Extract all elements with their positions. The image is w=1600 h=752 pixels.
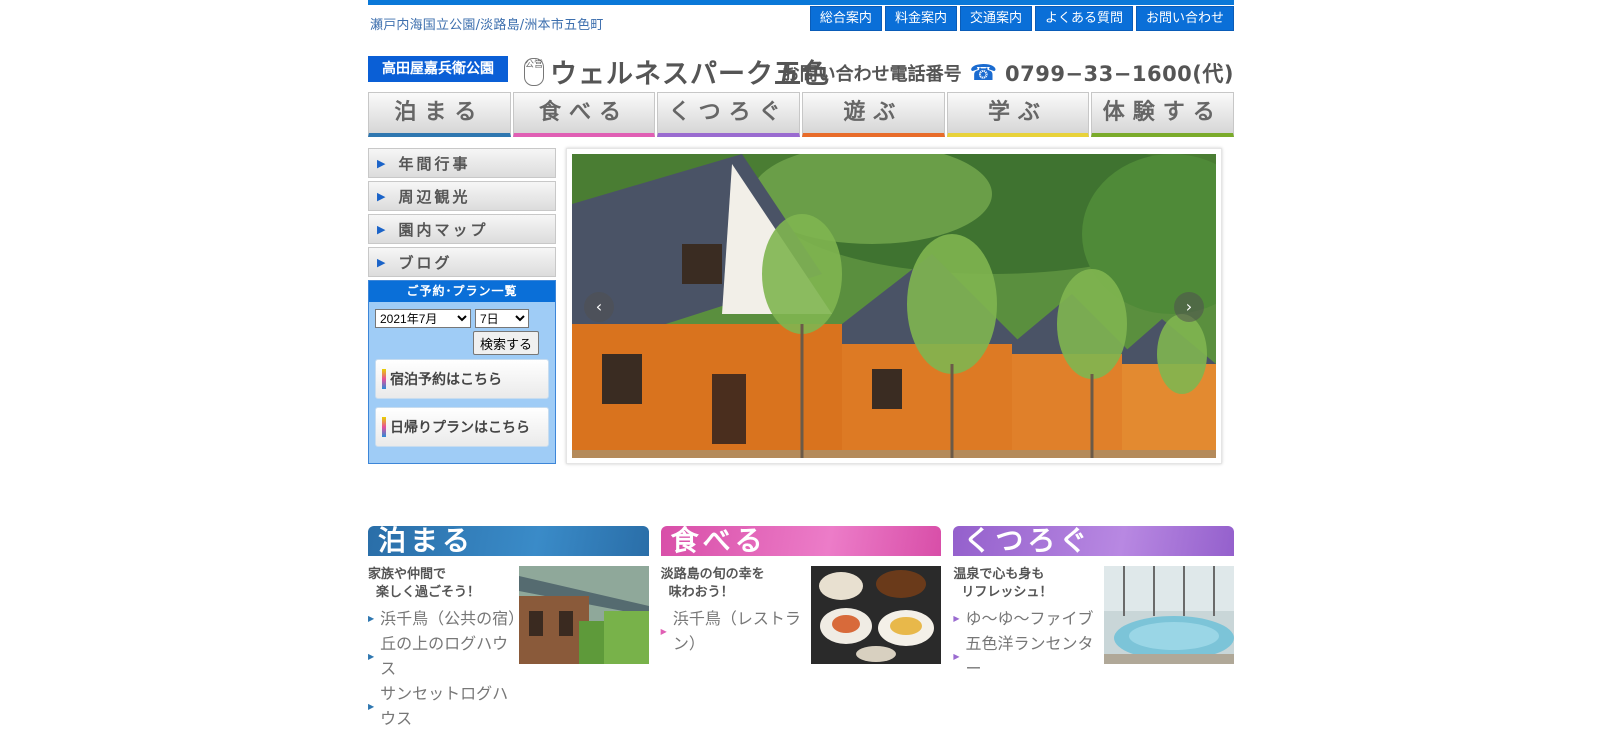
category-relax-photo <box>1104 566 1235 664</box>
sidebar-item-blog[interactable]: ▶ ブログ <box>368 247 556 277</box>
category-eat-tagline: 淡路島の旬の幸を 味わおう！ <box>661 566 811 602</box>
slider-prev-button[interactable]: ‹ <box>584 292 614 322</box>
category-stay-photo <box>518 566 649 664</box>
park-badge[interactable]: 高田屋嘉兵衛公園 <box>368 56 508 82</box>
main-navigation: 泊まる 食べる くつろぐ 遊ぶ 学ぶ 体験する <box>368 92 1235 137</box>
triangle-right-icon: ▶ <box>953 614 960 623</box>
booking-title: ご予約･プラン一覧 <box>369 281 555 302</box>
slider-next-button[interactable]: › <box>1174 292 1204 322</box>
logo-mark: 公営 <box>524 57 544 86</box>
topnav-overview[interactable]: 総合案内 <box>809 6 882 31</box>
category-stay: 泊まる 家族や仲間で 楽しく過ごそう！ ▶ 浜千鳥（公共の宿） ▶ 丘の上のログハウ… <box>368 526 649 752</box>
sidebar-item-park-map[interactable]: ▶ 園内マップ <box>368 214 556 244</box>
hero-slider: ‹ › <box>566 148 1222 464</box>
triangle-right-icon: ▶ <box>377 189 389 203</box>
category-section: 泊まる 家族や仲間で 楽しく過ごそう！ ▶ 浜千鳥（公共の宿） ▶ 丘の上のログハウ… <box>368 526 1235 752</box>
color-bar-icon <box>382 417 386 437</box>
category-relax-banner[interactable]: くつろぐ <box>953 526 1235 556</box>
link-label: 五色洋ランセンター <box>965 634 1094 678</box>
page: 瀬戸内海国立公園/淡路島/洲本市五色町 総合案内 料金案内 交通案内 よくある質… <box>368 0 1235 752</box>
stay-booking-button[interactable]: 宿泊予約はこちら <box>375 359 549 399</box>
link-yuyu-five[interactable]: ▶ ゆ〜ゆ〜ファイブ <box>953 606 1103 631</box>
tagline-line: 淡路島の旬の幸を <box>660 567 765 582</box>
triangle-right-icon: ▶ <box>368 701 375 711</box>
day-select[interactable]: 7日 <box>475 309 529 328</box>
tagline-line: 家族や仲間で <box>368 567 447 582</box>
category-relax-links: ▶ ゆ〜ゆ〜ファイブ ▶ 五色洋ランセンター <box>953 606 1103 681</box>
tagline-line: リフレッシュ！ <box>961 585 1053 600</box>
top-navigation: 総合案内 料金案内 交通案内 よくある質問 お問い合わせ <box>809 6 1234 31</box>
category-stay-banner[interactable]: 泊まる <box>368 526 649 556</box>
topnav-access[interactable]: 交通案内 <box>959 6 1032 31</box>
link-label: 浜千鳥（レストラン） <box>672 609 801 653</box>
topnav-faq[interactable]: よくある質問 <box>1034 6 1133 31</box>
hero-photo-log-houses: ‹ › <box>572 154 1216 458</box>
nav-experience[interactable]: 体験する <box>1091 92 1235 137</box>
category-stay-links: ▶ 浜千鳥（公共の宿） ▶ 丘の上のログハウス ▶ サンセットログハウス <box>368 606 525 731</box>
sidebar-item-label: 周辺観光 <box>398 187 471 206</box>
contact-label: お問い合わせ電話番号 <box>781 64 962 85</box>
triangle-right-icon: ▶ <box>377 222 389 236</box>
category-relax-tagline: 温泉で心も身も リフレッシュ！ <box>953 566 1103 602</box>
day-plan-button[interactable]: 日帰りプランはこちら <box>375 407 549 447</box>
nav-stay[interactable]: 泊まる <box>368 92 511 137</box>
category-relax: くつろぐ 温泉で心も身も リフレッシュ！ ▶ ゆ〜ゆ〜ファイブ ▶ 五色洋ランセンタ… <box>953 526 1235 752</box>
location-text: 瀬戸内海国立公園/淡路島/洲本市五色町 <box>370 18 604 33</box>
category-eat-banner[interactable]: 食べる <box>660 526 942 556</box>
sidebar-item-annual-events[interactable]: ▶ 年間行事 <box>368 148 556 178</box>
tagline-line: 温泉で心も身も <box>953 567 1045 582</box>
nav-play[interactable]: 遊ぶ <box>802 92 945 137</box>
link-label: 浜千鳥（公共の宿） <box>380 609 525 628</box>
nav-relax[interactable]: くつろぐ <box>657 92 801 137</box>
sidebar-item-label: 年間行事 <box>398 154 471 173</box>
sidebar-item-label: ブログ <box>398 253 453 272</box>
contact-info: お問い合わせ電話番号 ☎ 0799−33−1600(代) <box>782 58 1234 88</box>
link-label: 丘の上のログハウス <box>380 634 509 678</box>
tagline-line: 味わおう！ <box>668 585 734 600</box>
nav-eat[interactable]: 食べる <box>512 92 656 137</box>
sidebar: ▶ 年間行事 ▶ 周辺観光 ▶ 園内マップ ▶ ブログ ご予約･プラン一覧 20… <box>368 148 556 464</box>
category-eat: 食べる 淡路島の旬の幸を 味わおう！ ▶ 浜千鳥（レストラン） <box>660 526 942 752</box>
triangle-right-icon: ▶ <box>368 614 375 623</box>
topnav-contact[interactable]: お問い合わせ <box>1135 6 1234 31</box>
nav-learn[interactable]: 学ぶ <box>946 92 1090 137</box>
category-eat-photo <box>811 566 942 664</box>
category-eat-links: ▶ 浜千鳥（レストラン） <box>661 606 811 656</box>
link-goshiki-orchid-center[interactable]: ▶ 五色洋ランセンター <box>953 631 1103 681</box>
link-hamachidori-inn[interactable]: ▶ 浜千鳥（公共の宿） <box>368 606 525 631</box>
topnav-pricing[interactable]: 料金案内 <box>884 6 957 31</box>
category-stay-tagline: 家族や仲間で 楽しく過ごそう！ <box>368 566 518 602</box>
sidebar-item-label: 園内マップ <box>398 220 489 239</box>
triangle-right-icon: ▶ <box>953 651 960 661</box>
link-sunset-log-house[interactable]: ▶ サンセットログハウス <box>368 681 518 731</box>
link-label: ゆ〜ゆ〜ファイブ <box>965 609 1094 628</box>
triangle-right-icon: ▶ <box>377 255 389 269</box>
phone-icon: ☎ <box>969 60 997 86</box>
triangle-right-icon: ▶ <box>660 626 667 636</box>
triangle-right-icon: ▶ <box>368 651 375 661</box>
link-hilltop-log-house[interactable]: ▶ 丘の上のログハウス <box>368 631 518 681</box>
triangle-right-icon: ▶ <box>377 156 389 170</box>
link-hamachidori-restaurant[interactable]: ▶ 浜千鳥（レストラン） <box>661 606 811 656</box>
sidebar-item-nearby-sightseeing[interactable]: ▶ 周辺観光 <box>368 181 556 211</box>
stay-booking-label: 宿泊予約はこちら <box>390 372 502 388</box>
month-select[interactable]: 2021年7月 <box>375 309 471 328</box>
day-plan-label: 日帰りプランはこちら <box>390 420 530 436</box>
tagline-line: 楽しく過ごそう！ <box>376 585 481 600</box>
phone-number: 0799−33−1600(代) <box>1004 62 1234 86</box>
color-bar-icon <box>382 369 386 389</box>
search-button[interactable]: 検索する <box>473 331 540 355</box>
top-accent-bar <box>368 0 1234 5</box>
link-label: サンセットログハウス <box>380 684 509 728</box>
booking-panel: ご予約･プラン一覧 2021年7月 7日 検索する 宿泊予約はこちら 日帰りプラ… <box>368 280 556 464</box>
